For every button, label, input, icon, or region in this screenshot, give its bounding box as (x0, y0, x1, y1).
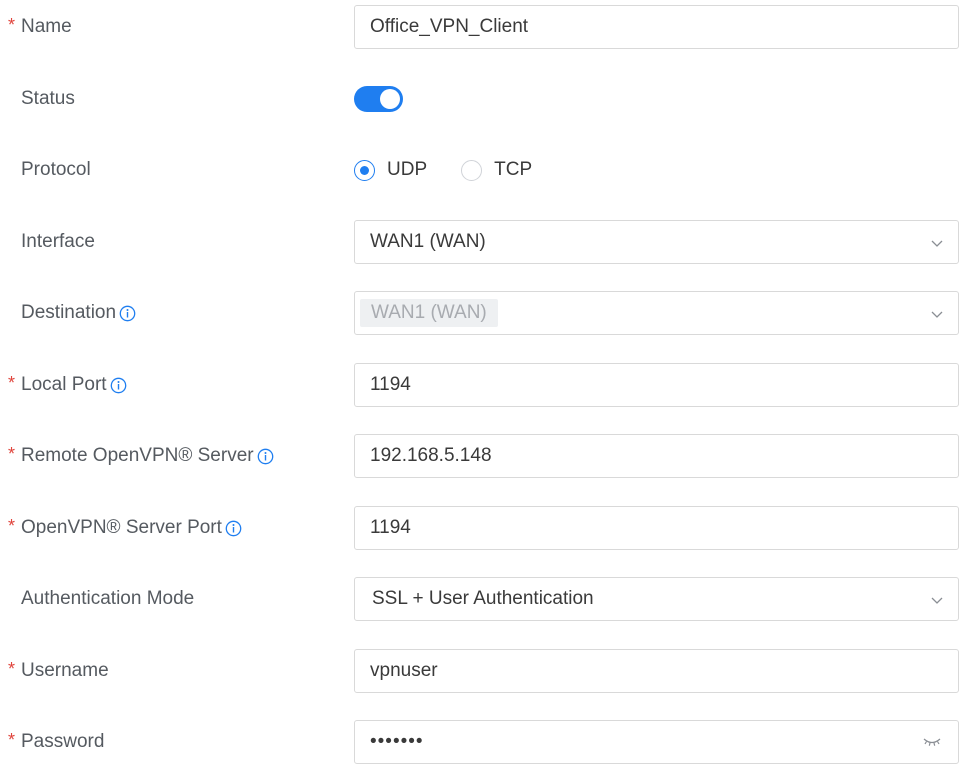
remote-server-value: 192.168.5.148 (370, 445, 492, 466)
destination-label-group: Destination (21, 291, 136, 335)
required-marker: * (8, 729, 16, 750)
username-input[interactable]: vpnuser (354, 649, 959, 693)
interface-row: Interface WAN1 (WAN) (0, 220, 963, 264)
destination-row: Destination WAN1 (WAN) (0, 291, 963, 335)
name-row: * Name Office_VPN_Client (0, 5, 963, 49)
username-row: * Username vpnuser (0, 649, 963, 693)
remote-server-input[interactable]: 192.168.5.148 (354, 434, 959, 478)
destination-tag: WAN1 (WAN) (360, 299, 498, 327)
required-marker: * (8, 515, 16, 536)
server-port-value: 1194 (370, 517, 411, 538)
status-row: Status (0, 77, 963, 121)
status-label: Status (21, 88, 75, 109)
password-label: Password (21, 731, 105, 752)
server-port-label: OpenVPN® Server Port (21, 517, 222, 538)
protocol-radio-group: UDP TCP (354, 148, 959, 192)
local-port-label: Local Port (21, 374, 107, 395)
chevron-down-icon (931, 240, 943, 247)
required-marker: * (8, 14, 16, 35)
protocol-label: Protocol (21, 159, 91, 180)
interface-value: WAN1 (WAN) (370, 231, 486, 252)
password-row: * Password ••••••• (0, 720, 963, 764)
remote-server-label-group: Remote OpenVPN® Server (21, 434, 274, 478)
remote-server-row: * Remote OpenVPN® Server 192.168.5.148 (0, 434, 963, 478)
radio-tcp-label: TCP (494, 159, 533, 180)
radio-udp-label: UDP (387, 159, 428, 180)
required-marker: * (8, 658, 16, 679)
local-port-row: * Local Port 1194 (0, 363, 963, 407)
radio-udp-circle[interactable] (354, 159, 375, 181)
password-value: ••••••• (370, 731, 424, 752)
destination-label: Destination (21, 302, 117, 323)
local-port-value: 1194 (370, 374, 411, 395)
eye-closed-icon[interactable] (922, 735, 942, 749)
info-circle-icon[interactable] (257, 448, 274, 465)
status-toggle-knob (380, 89, 400, 109)
name-label: Name (21, 16, 72, 37)
protocol-radio-udp[interactable]: UDP (354, 159, 427, 181)
radio-tcp-circle[interactable] (461, 159, 483, 181)
auth-mode-select[interactable]: SSL + User Authentication (354, 577, 959, 621)
username-value: vpnuser (370, 660, 438, 681)
remote-server-label: Remote OpenVPN® Server (21, 445, 254, 466)
chevron-down-icon (931, 311, 943, 318)
server-port-label-group: OpenVPN® Server Port (21, 506, 242, 550)
interface-select[interactable]: WAN1 (WAN) (354, 220, 959, 264)
local-port-input[interactable]: 1194 (354, 363, 959, 407)
password-input[interactable]: ••••••• (354, 720, 959, 764)
local-port-label-group: Local Port (21, 363, 127, 407)
username-label: Username (21, 660, 109, 681)
info-circle-icon[interactable] (110, 377, 127, 394)
server-port-input[interactable]: 1194 (354, 506, 959, 550)
server-port-row: * OpenVPN® Server Port 1194 (0, 506, 963, 550)
required-marker: * (8, 443, 16, 464)
chevron-down-icon (931, 597, 943, 604)
required-marker: * (8, 372, 16, 393)
auth-mode-row: Authentication Mode SSL + User Authentic… (0, 577, 963, 621)
protocol-radio-tcp[interactable]: TCP (461, 159, 532, 181)
protocol-row: Protocol UDP TCP (0, 148, 963, 192)
name-input[interactable]: Office_VPN_Client (354, 5, 959, 49)
auth-mode-label: Authentication Mode (21, 588, 195, 609)
info-circle-icon[interactable] (119, 305, 136, 322)
info-circle-icon[interactable] (225, 520, 242, 537)
interface-label: Interface (21, 231, 95, 252)
auth-mode-value: SSL + User Authentication (372, 588, 594, 609)
status-toggle[interactable] (354, 86, 403, 112)
name-value: Office_VPN_Client (370, 16, 529, 37)
destination-select[interactable]: WAN1 (WAN) (354, 291, 959, 335)
